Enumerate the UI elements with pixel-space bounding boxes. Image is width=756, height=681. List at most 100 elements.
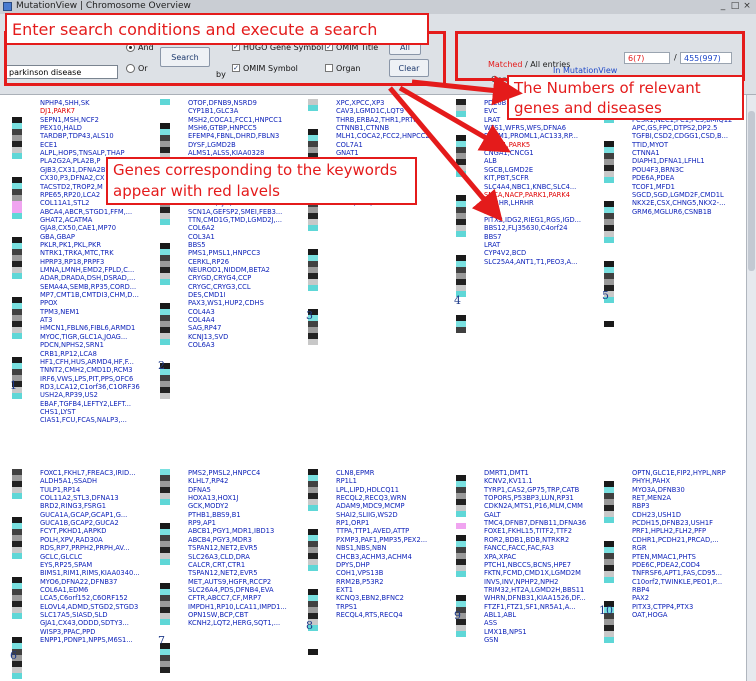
gene-label[interactable]: SHAI2,SLIIG,WS2D <box>336 511 398 519</box>
gene-label[interactable]: HF1,CFH,HUS,ARMD4,HF,F... <box>40 358 134 366</box>
gene-label[interactable]: AT3 <box>40 316 52 324</box>
gene-label[interactable]: KCNJ13,SVD <box>188 333 228 341</box>
gene-label[interactable]: GJB3,CX31,DFNA2B <box>40 166 105 174</box>
gene-label[interactable]: IMPDH1,RP10,LCA11,IMPD1... <box>188 603 287 611</box>
gene-label[interactable]: ASS <box>484 619 497 627</box>
gene-label[interactable]: COL4A3 <box>188 308 215 316</box>
gene-label[interactable]: PLA2G2A,PLA2B,P <box>40 157 100 165</box>
gene-label[interactable]: HPRP3,RP18,PRPF3 <box>40 258 104 266</box>
gene-label[interactable]: RECQL2,RECQ3,WRN <box>336 494 406 502</box>
gene-label[interactable]: IRF6,VWS,LPS,PIT,PPS,OFC6 <box>40 375 133 383</box>
gene-label[interactable]: SEPN1,MSH,NCF2 <box>40 116 99 124</box>
gene-label[interactable]: OPTN,GLC1E,FIP2,HYPL,NRP <box>632 469 726 477</box>
gene-label[interactable]: TGFBI,CSD2,CDGG1,CSD,B... <box>632 132 728 140</box>
gene-label[interactable]: KCNV2,KV11.1 <box>484 477 533 485</box>
gene-label[interactable]: PDE6C,PDEA2,COD4 <box>632 561 700 569</box>
gene-label[interactable]: GCK,MODY2 <box>188 502 229 510</box>
gene-label[interactable]: SLC26A3,CLD,DRA <box>188 553 250 561</box>
gene-label[interactable]: FOXC1,FKHL7,FREAC3,IRID... <box>40 469 136 477</box>
gene-label[interactable]: RDS,RP7,PRPH2,PRPH,AV... <box>40 544 129 552</box>
gene-label[interactable]: GBA,GBAP <box>40 233 75 241</box>
close-icon[interactable]: × <box>742 2 752 11</box>
gene-label[interactable]: ENPP1,PDNP1,NPPS,M6S1... <box>40 636 133 644</box>
gene-label[interactable]: PMS2,PMSL2,HNPCC4 <box>188 469 260 477</box>
gene-label[interactable]: CLN8,EPMR <box>336 469 374 477</box>
gene-label[interactable]: RP9,AP1 <box>188 519 216 527</box>
gene-label[interactable]: C10orf2,TWINKLE,PEO1,P... <box>632 578 722 586</box>
gene-label[interactable]: ABL1,ABL <box>484 611 516 619</box>
gene-label[interactable]: PMS1,PMSL1,HNPCC3 <box>188 249 260 257</box>
gene-label[interactable]: PKLR,PK1,PKL,PKR <box>40 241 101 249</box>
gene-label[interactable]: OPN1SW,BCP,CBT <box>188 611 248 619</box>
gene-label[interactable]: COL6A3 <box>188 341 215 349</box>
gene-label[interactable]: LMNA,LMNH,EMD2,FPLD,C... <box>40 266 134 274</box>
gene-label[interactable]: BBS7 <box>484 233 502 241</box>
gene-label[interactable]: SLC17A5,SIASD,SLD <box>40 611 108 619</box>
gene-label[interactable]: CDH23,USH1D <box>632 511 681 519</box>
gene-label[interactable]: CTNNB1,CTNNB <box>336 124 389 132</box>
gene-label[interactable]: PCDH15,DFNB23,USH1F <box>632 519 713 527</box>
gene-label[interactable]: PHYH,PAHX <box>632 477 670 485</box>
gene-label[interactable]: SEMA4A,SEMB,RP35,CORD... <box>40 283 136 291</box>
gene-label[interactable]: LMX1B,NPS1 <box>484 628 527 636</box>
gene-label[interactable]: LRAT <box>484 241 500 249</box>
maximize-icon[interactable]: □ <box>730 2 740 11</box>
gene-label[interactable]: RPE65,RP20,LCA2 <box>40 191 100 199</box>
gene-label[interactable]: TOPORS,P53BP3,LUN,RP31 <box>484 494 574 502</box>
gene-label[interactable]: CDHR1,PCDH21,PRCAD,... <box>632 536 719 544</box>
gene-label[interactable]: TMC4,DFNB7,DFNB11,DFNA36 <box>484 519 586 527</box>
gene-label[interactable]: TTN,CMD1G,TMD,LGMD2J,... <box>188 216 282 224</box>
minimize-icon[interactable]: _ <box>718 2 728 11</box>
gene-label[interactable]: SLC4A4,NBC1,KNBC,SLC4... <box>484 183 576 191</box>
gene-label[interactable]: LRAT <box>484 116 500 124</box>
gene-label[interactable]: FKTN,FCMD,CMD1X,LGMD2M <box>484 569 581 577</box>
gene-label[interactable]: BIMS1,RIM1,RIMS,KIAA0340... <box>40 569 140 577</box>
gene-label[interactable]: COL11A2,STL3,DFNA13 <box>40 494 119 502</box>
gene-label[interactable]: PITX3,CTPP4,PTX3 <box>632 603 693 611</box>
gene-label[interactable]: SAG,RP47 <box>188 324 221 332</box>
gene-label[interactable]: WHRN,DFNB31,KIAA1526,DF... <box>484 594 586 602</box>
gene-label[interactable]: CYP4V2,BCD <box>484 249 526 257</box>
gene-label[interactable]: EVC <box>484 107 497 115</box>
gene-label[interactable]: ADAR,DRADA,DSH,DSRAD,... <box>40 274 135 282</box>
gene-label[interactable]: TSPAN12,NET2,EVR5 <box>188 544 258 552</box>
gene-label[interactable]: COL11A1,STL2 <box>40 199 89 207</box>
gene-label[interactable]: FOXE1,FKHL15,TITF2,TTF2 <box>484 527 572 535</box>
gene-label[interactable]: COL6A2 <box>188 224 215 232</box>
gene-label[interactable]: RP1,ORP1 <box>336 519 369 527</box>
gene-label[interactable]: CX30,P3,DFNA2,CX <box>40 174 105 182</box>
gene-label[interactable]: CERKL,RP26 <box>188 258 229 266</box>
gene-label[interactable]: COL7A1 <box>336 141 363 149</box>
gene-label[interactable]: GNRHR,LHRHR <box>484 199 534 207</box>
gene-label[interactable]: WFS1,WFRS,WFS,DFNA6 <box>484 124 566 132</box>
gene-label[interactable]: EYS,RP25,SPAM <box>40 561 92 569</box>
gene-label[interactable]: DYSF,LGMD2B <box>188 141 236 149</box>
gene-label[interactable]: EFEMP4,FBNL,DHRD,FBLN3 <box>188 132 279 140</box>
gene-label[interactable]: PAX3,WS1,HUP2,CDHS <box>188 299 264 307</box>
gene-label[interactable]: TRPS1 <box>336 603 357 611</box>
gene-label[interactable]: SGCD,SGD,LGMD2F,CMD1L <box>632 191 724 199</box>
gene-label[interactable]: INVS,INV,NPHP2,NPH2 <box>484 578 558 586</box>
gene-label[interactable]: BBS5 <box>188 241 206 249</box>
gene-label[interactable]: GSN <box>484 636 498 644</box>
gene-label[interactable]: MSH2,COCA1,FCC1,HNPCC1 <box>188 116 282 124</box>
gene-label[interactable]: NBS1,NBS,NBN <box>336 544 387 552</box>
gene-label[interactable]: MET,AUTS9,HGFR,RCCP2 <box>188 578 271 586</box>
gene-label[interactable]: TYRP1,CAS2,GP75,TRP,CATB <box>484 486 579 494</box>
gene-label[interactable]: FTZF1,FTZ1,SF1,NR5A1,A... <box>484 603 576 611</box>
gene-label[interactable]: PITX2,IDG2,RIEG1,RGS,IGD... <box>484 216 581 224</box>
gene-label[interactable]: CAV3,LGMD1C,LQT9 <box>336 107 404 115</box>
gene-label[interactable]: PRF1,HPLH2,FLH2,PFP <box>632 527 706 535</box>
gene-label[interactable]: PROM1,PROML1,AC133,RP... <box>484 132 578 140</box>
gene-label[interactable]: TACSTD2,TROP2,M <box>40 183 103 191</box>
gene-label[interactable]: RBP3 <box>632 502 650 510</box>
gene-label[interactable]: RECQL4,RTS,RECQ4 <box>336 611 403 619</box>
gene-label[interactable]: MSH6,GTBP,HNPCC5 <box>188 124 257 132</box>
gene-label[interactable]: NPHP4,SHH,SK <box>40 99 90 107</box>
gene-label[interactable]: PPOX <box>40 299 57 307</box>
gene-label[interactable]: NEUROD1,NIDDM,BETA2 <box>188 266 270 274</box>
gene-label[interactable]: CHS1,LYST <box>40 408 76 416</box>
gene-label[interactable]: GJA8,CX50,CAE1,MP70 <box>40 224 116 232</box>
gene-label[interactable]: GHAT2,ACATMA <box>40 216 92 224</box>
gene-label[interactable]: KIT,PBT,SCFR <box>484 174 529 182</box>
